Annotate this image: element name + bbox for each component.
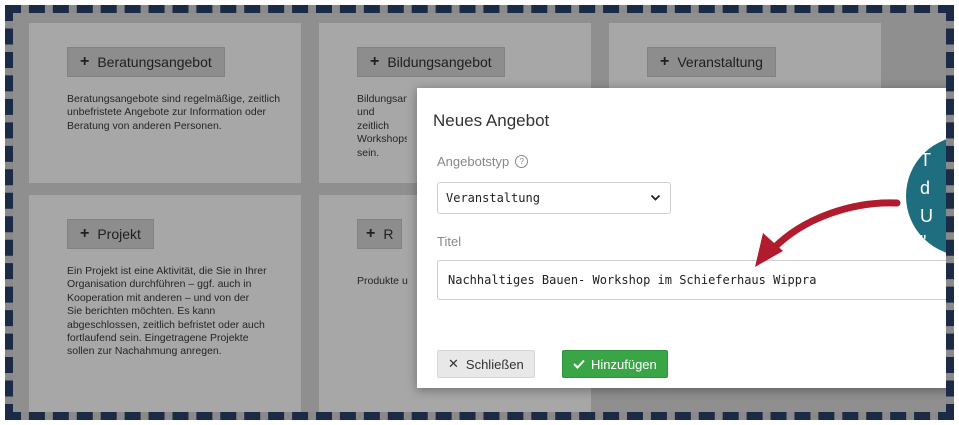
close-button[interactable]: ✕ Schließen (437, 350, 535, 378)
add-button-label: Hinzufügen (591, 356, 657, 372)
angebotstyp-value: Veranstaltung (446, 191, 540, 205)
card-button-label: Projekt (97, 226, 141, 242)
card-button-label: Bildungsangebot (387, 54, 492, 70)
check-icon (573, 359, 585, 369)
card-button-label: R (383, 226, 394, 242)
add-produkt-button[interactable]: + R (357, 219, 403, 249)
neues-angebot-dialog: Neues Angebot Angebotstyp? Veranstaltung… (417, 88, 946, 388)
angebotstyp-label-text: Angebotstyp (437, 154, 510, 169)
screenshot-frame: + Beratungsangebot Beratungsangebote sin… (5, 5, 954, 420)
plus-icon: + (660, 53, 670, 70)
card-description: Beratungsangebote sind regelmäßige, zeit… (67, 93, 281, 132)
card-button-label: Veranstaltung (677, 54, 763, 70)
plus-icon: + (366, 225, 376, 242)
callout-line: d (920, 178, 931, 198)
card-description: Ein Projekt ist eine Aktivität, die Sie … (67, 265, 267, 358)
add-beratungsangebot-button[interactable]: + Beratungsangebot (67, 47, 225, 77)
close-button-label: Schließen (465, 356, 524, 372)
callout-line: T (920, 150, 931, 170)
close-icon: ✕ (448, 356, 459, 371)
add-projekt-button[interactable]: + Projekt (67, 219, 154, 249)
plus-icon: + (80, 53, 90, 70)
titel-input[interactable]: Nachhaltiges Bauen- Workshop im Schiefer… (437, 260, 946, 300)
plus-icon: + (370, 53, 380, 70)
titel-label: Titel (437, 234, 462, 249)
card-beratungsangebot: + Beratungsangebot Beratungsangebote sin… (29, 23, 301, 183)
card-projekt: + Projekt Ein Projekt ist eine Aktivität… (29, 195, 301, 412)
add-button[interactable]: Hinzufügen (562, 350, 668, 378)
info-icon[interactable]: ? (515, 155, 529, 168)
plus-icon: + (80, 225, 90, 242)
add-bildungsangebot-button[interactable]: + Bildungsangebot (357, 47, 505, 77)
titel-input-value: Nachhaltiges Bauen- Workshop im Schiefer… (448, 273, 817, 287)
callout-line: U (920, 206, 933, 226)
angebotstyp-select[interactable]: Veranstaltung (437, 182, 671, 214)
angebotstyp-label: Angebotstyp? (437, 154, 529, 169)
callout-line: " (920, 232, 927, 252)
chevron-down-icon (650, 194, 661, 201)
card-button-label: Beratungsangebot (97, 54, 212, 70)
card-description: Bildungsan und zeitlich Workshops sein. (357, 93, 407, 159)
dialog-title: Neues Angebot (433, 111, 550, 130)
add-veranstaltung-button[interactable]: + Veranstaltung (647, 47, 776, 77)
